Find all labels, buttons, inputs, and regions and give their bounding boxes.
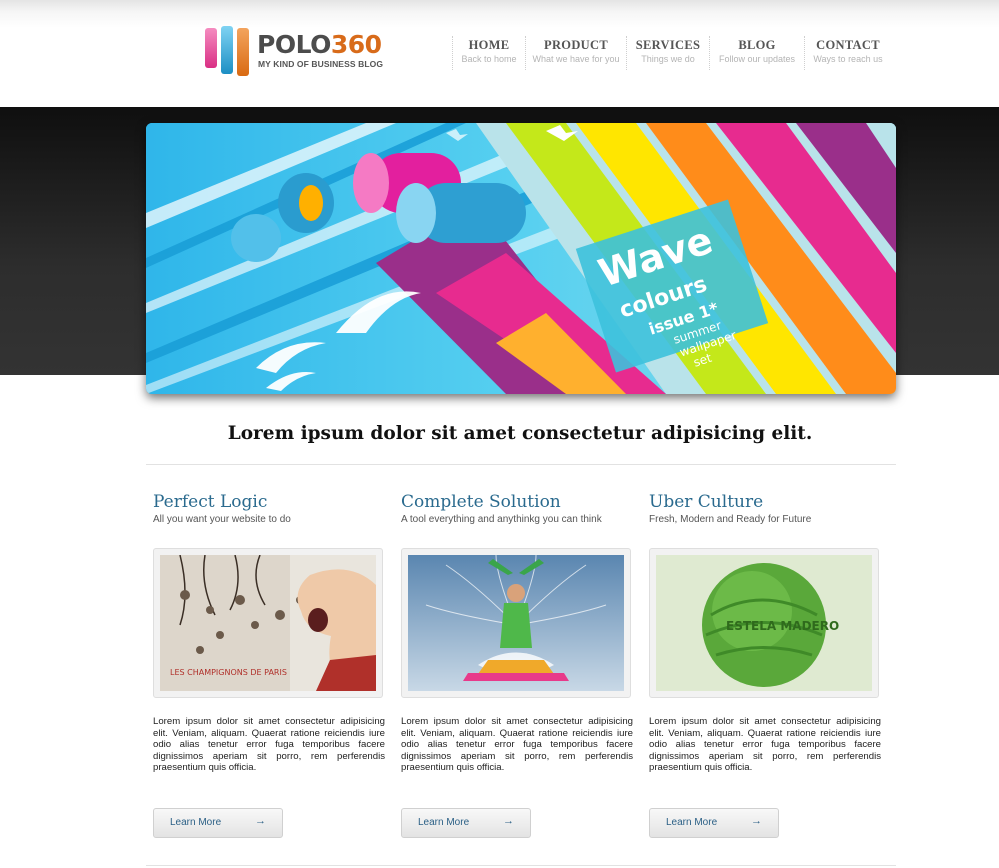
site-logo[interactable]: POLO360 MY KIND OF BUSINESS BLOG bbox=[205, 26, 405, 76]
nav-product[interactable]: PRODUCT What we have for you bbox=[525, 36, 626, 70]
image-caption: LES CHAMPIGNONS DE PARIS bbox=[170, 668, 287, 677]
learn-more-button[interactable]: Learn More → bbox=[649, 808, 779, 838]
feature-column-2: Complete Solution A tool everything and … bbox=[401, 492, 633, 838]
feature-title[interactable]: Uber Culture bbox=[649, 492, 881, 512]
feature-image-dancer bbox=[408, 555, 624, 691]
logo-mark-icon bbox=[205, 26, 251, 76]
feature-column-1: Perfect Logic All you want your website … bbox=[153, 492, 385, 838]
learn-more-button[interactable]: Learn More → bbox=[401, 808, 531, 838]
divider-bottom bbox=[146, 865, 896, 866]
nav-services[interactable]: SERVICES Things we do bbox=[626, 36, 709, 70]
feature-body: Lorem ipsum dolor sit amet consectetur a… bbox=[153, 716, 385, 774]
logo-wordmark: POLO360 bbox=[257, 30, 382, 59]
nav-home[interactable]: HOME Back to home bbox=[452, 36, 525, 70]
main-nav: HOME Back to home PRODUCT What we have f… bbox=[452, 36, 891, 70]
feature-image-frame[interactable]: ESTELA MADERO bbox=[649, 548, 879, 698]
image-caption: ESTELA MADERO bbox=[726, 619, 839, 633]
feature-subtitle: Fresh, Modern and Ready for Future bbox=[649, 514, 812, 525]
learn-more-button[interactable]: Learn More → bbox=[153, 808, 283, 838]
feature-title[interactable]: Complete Solution bbox=[401, 492, 633, 512]
nav-blog[interactable]: BLOG Follow our updates bbox=[709, 36, 804, 70]
arrow-right-icon: → bbox=[255, 815, 266, 827]
feature-image-green-sphere: ESTELA MADERO bbox=[656, 555, 872, 691]
feature-body: Lorem ipsum dolor sit amet consectetur a… bbox=[649, 716, 881, 774]
feature-title[interactable]: Perfect Logic bbox=[153, 492, 385, 512]
feature-subtitle: A tool everything and anythinkg you can … bbox=[401, 514, 602, 525]
feature-subtitle: All you want your website to do bbox=[153, 514, 291, 525]
arrow-right-icon: → bbox=[503, 815, 514, 827]
nav-contact[interactable]: CONTACT Ways to reach us bbox=[804, 36, 891, 70]
feature-image-frame[interactable]: LES CHAMPIGNONS DE PARIS bbox=[153, 548, 383, 698]
feature-image-frame[interactable] bbox=[401, 548, 631, 698]
feature-image-screaming-man: LES CHAMPIGNONS DE PARIS bbox=[160, 555, 376, 691]
page-headline: Lorem ipsum dolor sit amet consectetur a… bbox=[227, 423, 813, 444]
feature-column-3: Uber Culture Fresh, Modern and Ready for… bbox=[649, 492, 881, 838]
site-header: POLO360 MY KIND OF BUSINESS BLOG HOME Ba… bbox=[0, 0, 999, 107]
divider-top bbox=[146, 464, 896, 465]
arrow-right-icon: → bbox=[751, 815, 762, 827]
hero-banner: Wave colours issue 1* summer wallpaper s… bbox=[146, 123, 896, 394]
hero-illustration: Wave colours issue 1* summer wallpaper s… bbox=[146, 123, 896, 394]
feature-body: Lorem ipsum dolor sit amet consectetur a… bbox=[401, 716, 633, 774]
logo-tagline: MY KIND OF BUSINESS BLOG bbox=[258, 59, 384, 69]
